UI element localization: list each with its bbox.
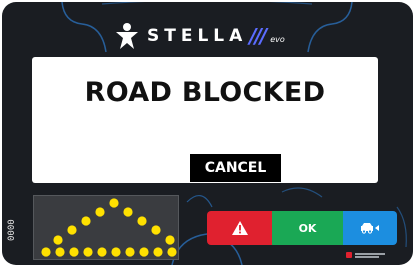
brand-header: STELLA /// evo xyxy=(114,21,314,51)
warning-triangle-icon xyxy=(231,221,248,235)
alert-dialog: ROAD BLOCKED CANCEL xyxy=(32,57,378,183)
device-frame: STELLA /// evo ROAD BLOCKED CANCEL 0000 … xyxy=(2,2,413,265)
arrow-board-lamp xyxy=(139,247,149,257)
arrow-board-lamp xyxy=(123,207,133,217)
cancel-button[interactable]: CANCEL xyxy=(190,154,281,182)
arrow-board-lamp xyxy=(137,216,147,226)
arrow-board-lamp xyxy=(151,225,161,235)
hazard-button[interactable] xyxy=(207,211,272,245)
arrow-board-lights xyxy=(41,198,177,257)
arrow-board-lamp xyxy=(53,235,63,245)
arrow-board-lamp xyxy=(97,247,107,257)
arrow-board-lamp xyxy=(153,247,163,257)
arrow-board-lamp xyxy=(69,247,79,257)
arrow-board-lamp xyxy=(95,207,105,217)
arrow-board-lamp xyxy=(81,216,91,226)
side-label: 0000 xyxy=(7,219,17,241)
vehicle-lane-icon xyxy=(361,223,379,234)
dialog-title: ROAD BLOCKED xyxy=(84,77,326,108)
arrow-board-lamp xyxy=(165,235,175,245)
arrow-board-lamp xyxy=(83,247,93,257)
lane-button[interactable] xyxy=(343,211,397,245)
arrow-board-lamp xyxy=(167,247,177,257)
arrow-board-lamp xyxy=(111,247,121,257)
brand-name: STELLA xyxy=(147,26,248,46)
brand-slashes: /// xyxy=(249,24,267,48)
arrow-board-lamp xyxy=(55,247,65,257)
arrow-board-lamp xyxy=(67,225,77,235)
arrow-board-lamp xyxy=(41,247,51,257)
arrow-board-lamp xyxy=(109,198,119,208)
arrow-board-display xyxy=(33,195,179,260)
manufacturer-logo xyxy=(346,250,392,260)
logo-mark xyxy=(346,252,352,258)
person-star-icon xyxy=(116,23,138,49)
ok-button[interactable]: OK xyxy=(272,211,343,245)
brand-suffix: evo xyxy=(270,34,285,44)
arrow-board-lamp xyxy=(125,247,135,257)
